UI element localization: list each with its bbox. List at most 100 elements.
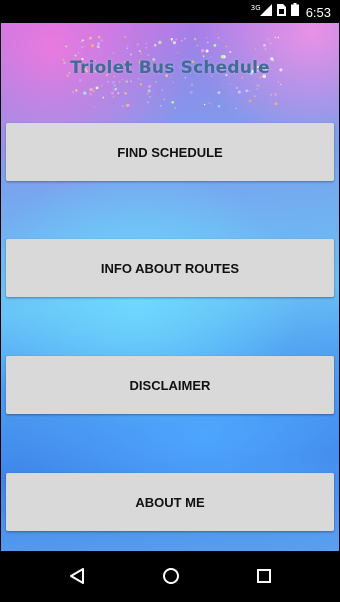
confetti-dot [90, 44, 95, 48]
confetti-dot [112, 96, 115, 98]
confetti-dot [158, 40, 162, 45]
confetti-dot [205, 49, 209, 53]
confetti-dot [172, 81, 175, 84]
confetti-dot [171, 100, 175, 104]
confetti-dot [129, 53, 133, 56]
confetti-dot [107, 80, 109, 83]
confetti-dot [130, 80, 132, 82]
confetti-dot [274, 36, 277, 39]
confetti-dot [137, 86, 139, 88]
confetti-dot [159, 104, 162, 107]
confetti-dot [147, 89, 151, 93]
confetti-dot [277, 36, 280, 39]
confetti-dot [140, 52, 143, 55]
confetti-dot [175, 38, 178, 41]
navigation-bar [1, 551, 339, 600]
status-icons: 3G 6:53 [251, 1, 331, 23]
confetti-dot [253, 95, 256, 98]
confetti-dot [91, 87, 94, 91]
recents-icon [257, 569, 271, 583]
confetti-dot [83, 45, 85, 48]
confetti-dot [256, 84, 259, 88]
confetti-dot [180, 39, 184, 42]
confetti-dot [95, 86, 99, 90]
app-content: Triolet Bus Schedule FIND SCHEDULE INFO … [1, 23, 339, 551]
confetti-dot [225, 45, 228, 48]
confetti-dot [280, 83, 282, 86]
confetti-dot [277, 80, 280, 83]
confetti-dot [184, 37, 186, 40]
confetti-dot [88, 36, 92, 40]
confetti-dot [100, 38, 104, 43]
confetti-dot [273, 92, 278, 97]
confetti-dot [126, 47, 128, 49]
confetti-dot [72, 91, 75, 94]
status-bar: 3G 6:53 [1, 1, 339, 23]
recents-button[interactable] [250, 562, 278, 590]
signal-icon [259, 3, 272, 21]
confetti-dot [124, 91, 127, 95]
confetti-dot [217, 37, 220, 39]
home-icon [163, 568, 179, 584]
phone-screen: 3G 6:53 Triolet Bus Schedule FIND SCHEDU… [0, 0, 340, 602]
confetti-dot [136, 43, 140, 46]
confetti-dot [189, 90, 193, 95]
confetti-dot [148, 84, 152, 88]
confetti-dot [122, 79, 124, 81]
confetti-dot [256, 88, 258, 90]
confetti-dot [264, 48, 267, 50]
confetti-dot [139, 50, 141, 53]
home-button[interactable] [157, 562, 185, 590]
confetti-dot [172, 41, 176, 45]
confetti-dot [75, 89, 78, 92]
confetti-dot [211, 103, 213, 105]
confetti-dot [111, 91, 114, 95]
confetti-dot [161, 89, 164, 92]
confetti-dot [235, 107, 237, 110]
confetti-dot [245, 89, 249, 93]
confetti-dot [203, 103, 206, 106]
confetti-dot [81, 46, 84, 49]
confetti-dot [97, 35, 101, 39]
confetti-dot [269, 42, 272, 45]
confetti-dot [208, 102, 210, 104]
confetti-dot [229, 51, 232, 53]
confetti-dot [237, 90, 241, 94]
confetti-dot [217, 91, 221, 95]
confetti-dot [80, 41, 82, 43]
confetti-dot [121, 105, 124, 108]
info-about-routes-button[interactable]: INFO ABOUT ROUTES [6, 239, 334, 297]
confetti-dot [146, 100, 150, 104]
confetti-dot [266, 37, 270, 41]
confetti-dot [94, 106, 96, 108]
confetti-dot [163, 98, 166, 101]
confetti-dot [147, 54, 150, 56]
confetti-dot [113, 84, 116, 87]
confetti-dot [248, 89, 251, 93]
confetti-dot [117, 92, 120, 95]
confetti-dot [118, 80, 121, 83]
confetti-dot [254, 48, 256, 50]
confetti-dot [190, 83, 194, 86]
disclaimer-button[interactable]: DISCLAIMER [6, 356, 334, 414]
confetti-dot [74, 54, 77, 57]
confetti-dot [270, 93, 273, 96]
battery-icon [290, 3, 299, 21]
confetti-dot [100, 84, 103, 87]
confetti-dot [112, 80, 116, 84]
confetti-dot [97, 42, 100, 46]
confetti-dot [78, 78, 82, 82]
confetti-dot [217, 104, 221, 108]
confetti-dot [155, 80, 157, 83]
back-button[interactable] [63, 562, 91, 590]
confetti-dot [112, 52, 115, 55]
confetti-dot [201, 48, 205, 53]
confetti-dot [206, 36, 208, 39]
confetti-dot [139, 83, 143, 86]
confetti-dot [229, 83, 231, 85]
about-me-button[interactable]: ABOUT ME [6, 473, 334, 531]
confetti-dot [88, 92, 93, 96]
confetti-dot [146, 93, 149, 95]
confetti-dot [274, 102, 278, 106]
find-schedule-button[interactable]: FIND SCHEDULE [6, 123, 334, 181]
